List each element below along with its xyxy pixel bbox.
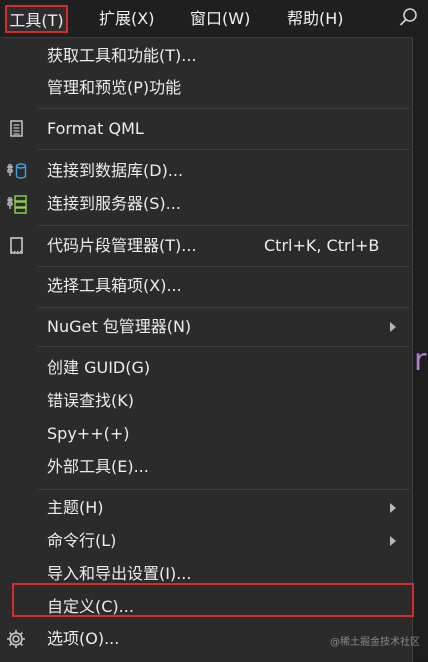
- menu-item-create-guid[interactable]: 创建 GUID(G): [0, 352, 412, 384]
- menu-separator: [38, 266, 410, 267]
- menu-item-connect-server[interactable]: 连接到服务器(S)...: [0, 188, 412, 220]
- snippet-icon: [10, 237, 23, 254]
- menu-item-label: 管理和预览(P)功能: [47, 78, 182, 97]
- menu-item-label: 代码片段管理器(T)...: [47, 236, 197, 255]
- menu-item-shortcut: Ctrl+K, Ctrl+B: [264, 236, 380, 255]
- menu-separator: [38, 149, 410, 150]
- watermark: @稀土掘金技术社区: [330, 637, 420, 648]
- menu-item-choose-toolbox[interactable]: 选择工具箱项(X)...: [0, 270, 412, 302]
- menu-item-label: 选择工具箱项(X)...: [47, 276, 182, 295]
- menu-item-connect-database[interactable]: 连接到数据库(D)...: [0, 155, 412, 187]
- menu-item-spy[interactable]: Spy++(+): [0, 418, 412, 450]
- menu-separator: [38, 307, 410, 308]
- menu-item-theme[interactable]: 主题(H): [0, 492, 412, 524]
- menu-item-label: 连接到数据库(D)...: [47, 161, 184, 180]
- menu-item-label: Spy++(+): [47, 424, 130, 443]
- document-icon: [10, 120, 23, 137]
- submenu-arrow-icon: [390, 322, 396, 332]
- server-connect-icon: [7, 195, 27, 214]
- menu-separator: [38, 225, 410, 226]
- menu-window[interactable]: 窗口(W): [190, 0, 250, 38]
- menu-item-error-lookup[interactable]: 错误查找(K): [0, 385, 412, 417]
- highlight-annotation: [12, 583, 414, 617]
- menu-extensions[interactable]: 扩展(X): [99, 0, 154, 38]
- search-button[interactable]: [388, 0, 428, 38]
- menu-item-label: 获取工具和功能(T)...: [47, 46, 197, 65]
- menu-separator: [38, 108, 410, 109]
- tools-dropdown-menu: 获取工具和功能(T)... 管理和预览(P)功能 Format QML 连接到数…: [0, 37, 414, 662]
- menu-item-label: 外部工具(E)...: [47, 457, 149, 476]
- menu-item-label: 创建 GUID(G): [47, 358, 151, 377]
- menu-separator: [38, 346, 410, 347]
- menu-item-label: 选项(O)...: [47, 629, 120, 648]
- menu-item-label: Format QML: [47, 119, 144, 138]
- menu-item-format-qml[interactable]: Format QML: [0, 113, 412, 145]
- submenu-arrow-icon: [390, 536, 396, 546]
- menu-item-command-line[interactable]: 命令行(L): [0, 525, 412, 557]
- menu-item-snippet-manager[interactable]: 代码片段管理器(T)... Ctrl+K, Ctrl+B: [0, 230, 412, 262]
- menu-help[interactable]: 帮助(H): [287, 0, 344, 38]
- menu-item-label: 连接到服务器(S)...: [47, 194, 181, 213]
- menu-separator: [38, 489, 410, 490]
- menu-item-label: NuGet 包管理器(N): [47, 317, 192, 336]
- menu-tools[interactable]: 工具(T): [5, 5, 68, 33]
- database-connect-icon: [7, 163, 27, 179]
- submenu-arrow-icon: [390, 503, 396, 513]
- menu-item-manage-preview[interactable]: 管理和预览(P)功能: [0, 72, 412, 104]
- menu-item-nuget[interactable]: NuGet 包管理器(N): [0, 311, 412, 343]
- menu-item-external-tools[interactable]: 外部工具(E)...: [0, 451, 412, 483]
- menu-item-label: 错误查找(K): [47, 391, 134, 410]
- editor-peek-text: r: [414, 343, 427, 378]
- menu-item-label: 主题(H): [47, 498, 104, 517]
- menu-item-get-tools[interactable]: 获取工具和功能(T)...: [0, 40, 412, 72]
- menu-item-label: 命令行(L): [47, 531, 117, 550]
- menu-bar: 工具(T) 扩展(X) 窗口(W) 帮助(H): [0, 0, 428, 38]
- gear-icon: [7, 630, 25, 648]
- search-icon: [399, 8, 417, 26]
